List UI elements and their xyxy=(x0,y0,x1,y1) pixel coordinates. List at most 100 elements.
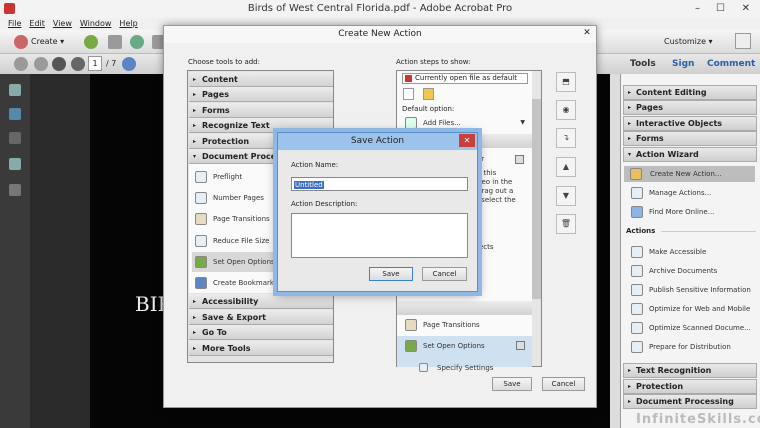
save-button[interactable]: Save xyxy=(492,377,532,391)
section-forms[interactable]: Forms xyxy=(623,131,757,146)
open-icon[interactable] xyxy=(84,35,98,49)
insert-step-icon[interactable]: ↴ xyxy=(556,128,576,148)
steps-scrollbar[interactable] xyxy=(532,71,541,366)
zoom-icon[interactable] xyxy=(71,57,85,71)
dialog-title: Create New Action xyxy=(164,26,596,43)
tool-preflight[interactable]: Preflight xyxy=(195,169,242,185)
window-title: Birds of West Central Florida.pdf - Adob… xyxy=(247,3,513,14)
tool-number-pages[interactable]: Number Pages xyxy=(195,190,264,206)
desc-line: o this xyxy=(477,169,497,177)
action-item[interactable]: Publish Sensitive Information xyxy=(631,282,751,298)
add-files-label: Add Files... xyxy=(423,119,461,127)
create-new-action-label: Create New Action... xyxy=(650,170,722,178)
layers-icon[interactable] xyxy=(9,158,21,170)
dialog-close-button[interactable]: ✕ xyxy=(580,28,594,40)
pages-icon[interactable] xyxy=(9,84,21,96)
file-source-field[interactable]: Currently open file as default xyxy=(402,73,528,84)
section-protection[interactable]: Protection xyxy=(623,379,757,394)
cancel-save-button[interactable]: Cancel xyxy=(422,267,467,281)
tools-label: Choose tools to add: xyxy=(188,58,260,66)
action-item[interactable]: Archive Documents xyxy=(631,263,717,279)
tab-sign[interactable]: Sign xyxy=(672,54,694,74)
add-file-step-icon[interactable]: ⬒ xyxy=(556,72,576,92)
step-label: Page Transitions xyxy=(423,321,480,329)
delete-icon[interactable]: 🗑 xyxy=(556,214,576,234)
action-item[interactable]: Optimize for Web and Mobile xyxy=(631,301,750,317)
find-more-online-item[interactable]: Find More Online... xyxy=(631,204,714,220)
attachments-icon[interactable] xyxy=(9,132,21,144)
menu-window[interactable]: Window xyxy=(80,19,112,28)
tool-reduce-file-size[interactable]: Reduce File Size xyxy=(195,233,269,249)
action-item[interactable]: Prepare for Distribution xyxy=(631,339,731,355)
folder-icon[interactable] xyxy=(423,88,434,100)
close-window-button[interactable]: ✕ xyxy=(742,0,750,18)
move-up-icon[interactable]: ▲ xyxy=(556,157,576,177)
page-number-input[interactable]: 1 xyxy=(88,56,102,71)
document-scrollbar[interactable] xyxy=(610,74,620,428)
chevron-down-icon: ▼ xyxy=(520,119,525,126)
file-icon[interactable] xyxy=(403,88,414,100)
cloud-icon[interactable] xyxy=(130,35,144,49)
tab-comment[interactable]: Comment xyxy=(707,54,755,74)
action-item[interactable]: Make Accessible xyxy=(631,244,706,260)
section-pages[interactable]: Pages xyxy=(623,100,757,115)
step-settings-icon[interactable] xyxy=(515,155,524,164)
step-header xyxy=(397,301,532,315)
menu-edit[interactable]: Edit xyxy=(29,19,45,28)
desc-line: jects xyxy=(477,243,494,251)
tool-create-bookmarks[interactable]: Create Bookmarks fo xyxy=(195,275,287,291)
step-set-open-options[interactable]: Set Open Options xyxy=(405,338,525,354)
add-files-dropdown[interactable]: Add Files... ▼ xyxy=(405,115,525,131)
move-down-icon[interactable]: ▼ xyxy=(556,186,576,206)
tool-section-more-tools[interactable]: More Tools xyxy=(189,341,333,356)
tool-section-pages[interactable]: Pages xyxy=(189,87,333,102)
step-page-transitions[interactable]: Page Transitions xyxy=(405,317,480,333)
tool-section-recognize-text[interactable]: Recognize Text xyxy=(189,118,333,133)
tool-section-accessibility[interactable]: Accessibility xyxy=(189,294,333,309)
step-specify-settings[interactable]: Specify Settings xyxy=(419,360,493,376)
tool-label: Number Pages xyxy=(213,194,264,202)
menu-help[interactable]: Help xyxy=(119,19,137,28)
tool-section-save-export[interactable]: Save & Export xyxy=(189,310,333,325)
section-document-processing[interactable]: Document Processing xyxy=(623,394,757,409)
tool-section-forms[interactable]: Forms xyxy=(189,103,333,118)
customize-button[interactable]: Customize ▾ xyxy=(664,37,713,46)
page-down-icon[interactable] xyxy=(34,57,48,71)
tab-tools[interactable]: Tools xyxy=(630,54,656,74)
save-dialog-close-button[interactable]: ✕ xyxy=(459,134,475,147)
minimize-button[interactable]: – xyxy=(695,0,700,18)
section-content-editing[interactable]: Content Editing xyxy=(623,85,757,100)
section-action-wizard[interactable]: Action Wizard xyxy=(623,147,757,162)
create-new-action-item[interactable]: Create New Action... xyxy=(624,166,755,182)
save-icon[interactable] xyxy=(108,35,122,49)
tool-label: Create Bookmarks fo xyxy=(213,279,287,287)
section-text-recognition[interactable]: Text Recognition xyxy=(623,363,757,378)
actions-heading: Actions xyxy=(626,227,656,235)
settings-icon[interactable] xyxy=(122,57,136,71)
menu-view[interactable]: View xyxy=(53,19,72,28)
action-label: Publish Sensitive Information xyxy=(649,286,751,294)
bookmarks-icon[interactable] xyxy=(9,108,21,120)
create-button[interactable]: Create ▾ xyxy=(31,37,64,46)
hand-icon[interactable] xyxy=(52,57,66,71)
manage-actions-item[interactable]: Manage Actions... xyxy=(631,185,711,201)
menu-file[interactable]: File xyxy=(8,19,21,28)
add-step-icon[interactable]: ◉ xyxy=(556,100,576,120)
tool-page-transitions[interactable]: Page Transitions xyxy=(195,211,270,227)
section-interactive-objects[interactable]: Interactive Objects xyxy=(623,116,757,131)
tool-section-content[interactable]: Content xyxy=(189,72,333,87)
signatures-icon[interactable] xyxy=(9,184,21,196)
tool-section-go-to[interactable]: Go To xyxy=(189,325,333,340)
cancel-button[interactable]: Cancel xyxy=(542,377,585,391)
action-name-input[interactable]: Untitled xyxy=(291,177,468,191)
maximize-button[interactable]: ☐ xyxy=(716,0,725,18)
page-up-icon[interactable] xyxy=(14,57,28,71)
pdf-icon xyxy=(405,75,412,82)
action-item[interactable]: Optimize Scanned Docume... xyxy=(631,320,751,336)
step-settings-icon[interactable] xyxy=(516,341,525,350)
expand-icon[interactable] xyxy=(735,33,751,49)
action-label: Prepare for Distribution xyxy=(649,343,731,351)
action-description-input[interactable] xyxy=(291,213,468,258)
save-action-button[interactable]: Save xyxy=(369,267,413,281)
save-dialog-title: Save Action xyxy=(278,133,477,150)
